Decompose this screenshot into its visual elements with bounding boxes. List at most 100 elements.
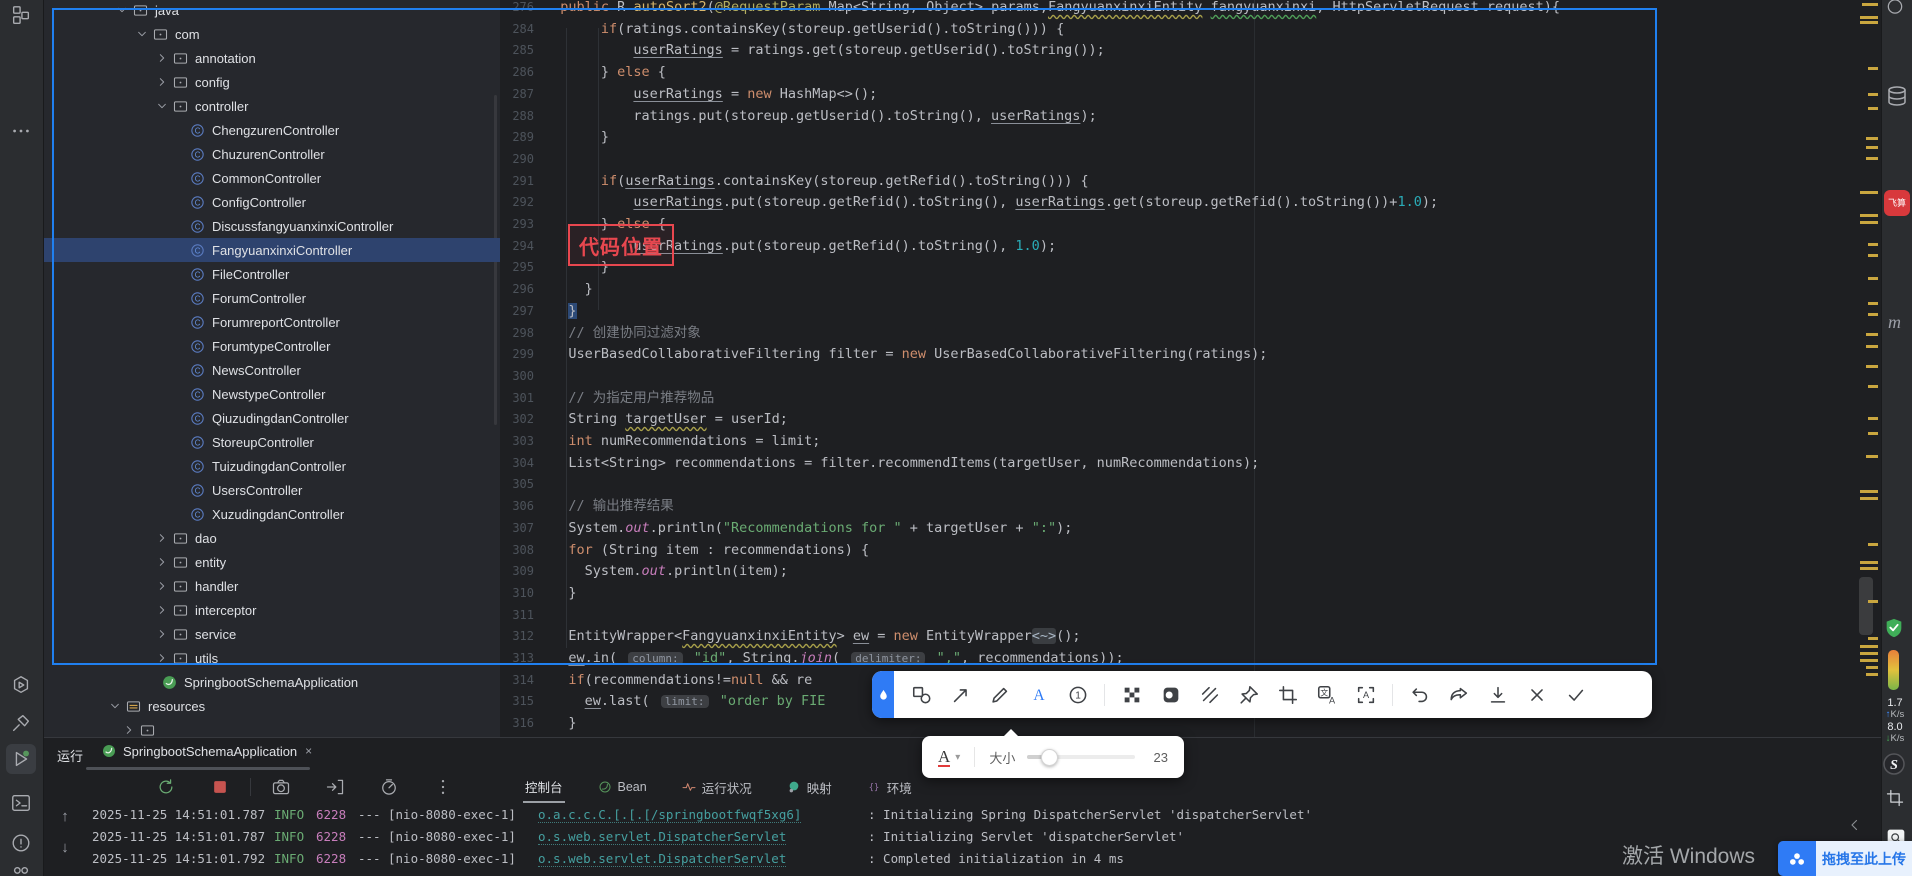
console-log-output[interactable]: 2025-11-25 14:51:01.787INFO6228---[nio-8… [92,804,1872,870]
run-toolwindow-button[interactable] [6,744,36,774]
tree-item-StoreupController[interactable]: CStoreupController [43,430,500,454]
code-line-284[interactable]: if(ratings.containsKey(storeup.getUserid… [544,18,1064,40]
tree-item-CommonController[interactable]: CCommonController [43,166,500,190]
tree-item-FangyuanxinxiController[interactable]: CFangyuanxinxiController [43,238,500,262]
font-size-slider[interactable] [1027,755,1135,759]
log-line[interactable]: 2025-11-25 14:51:01.787INFO6228---[nio-8… [92,826,1872,848]
console-tab-控制台[interactable]: 控制台 [523,772,565,803]
tree-item-ChuzurenController[interactable]: CChuzurenController [43,142,500,166]
code-line-306[interactable]: // 输出推荐结果 [544,495,674,517]
share-tool[interactable] [1442,678,1476,712]
tree-item-controller[interactable]: controller [43,94,500,118]
tree-item-XuzudingdanController[interactable]: CXuzudingdanController [43,502,500,526]
tree-item-SpringbootSchemaApplication[interactable]: SpringbootSchemaApplication [43,670,500,694]
tree-item-service[interactable]: service [43,622,500,646]
code-line-315[interactable]: ew.last( limit: "order by FIE [544,690,825,712]
tree-item-NewsController[interactable]: CNewsController [43,358,500,382]
pen-tool[interactable] [983,678,1017,712]
tree-item-UsersController[interactable]: CUsersController [43,478,500,502]
tree-item-utils[interactable]: utils [43,646,500,670]
tree-item-handler[interactable]: handler [43,574,500,598]
chevron-right-icon[interactable] [153,74,171,90]
tree-item-interceptor[interactable]: interceptor [43,598,500,622]
undo-tool[interactable] [1403,678,1437,712]
chevron-right-icon[interactable] [153,578,171,594]
screen-capture-icon[interactable] [1885,788,1905,808]
chevron-down-icon[interactable] [153,98,171,114]
tree-item-ForumtypeController[interactable]: CForumtypeController [43,334,500,358]
color-indicator[interactable] [872,671,894,718]
log-logger-link[interactable]: o.a.c.c.C.[.[.[/springbootfwqf5xg6] [538,804,868,826]
console-tab-Bean[interactable]: Bean [595,774,649,800]
tree-item-ChengzurenController[interactable]: CChengzurenController [43,118,500,142]
crop-tool[interactable] [1271,678,1305,712]
code-line-286[interactable]: } else { [544,61,666,83]
arrow-tool[interactable] [944,678,978,712]
gauge-icon[interactable] [379,777,399,797]
sogou-input-icon[interactable]: S [1882,752,1906,776]
chevron-right-icon[interactable] [153,554,171,570]
camera-icon[interactable] [271,777,291,797]
code-line-299[interactable]: UserBasedCollaborativeFiltering filter =… [544,343,1267,365]
vcs-icon[interactable] [10,864,32,876]
code-line-287[interactable]: userRatings = new HashMap<>(); [544,83,877,105]
translate-tool[interactable]: 文A [1310,678,1344,712]
more-tools-icon[interactable] [10,120,32,142]
shape-tool[interactable] [905,678,939,712]
tree-item-partial[interactable] [43,718,500,737]
feisuan-plugin-icon[interactable]: 飞算 [1884,190,1910,216]
drag-upload-button[interactable]: 拖拽至此上传 [1778,841,1912,876]
antivirus-shield-icon[interactable] [1883,617,1905,639]
tree-item-resources[interactable]: resources [43,694,500,718]
code-line-316[interactable]: } [544,712,577,734]
maven-icon[interactable]: m [1888,312,1901,333]
close-tool[interactable] [1520,678,1554,712]
run-config-tab[interactable]: SpringbootSchemaApplication × [100,743,312,759]
close-tab-icon[interactable]: × [305,744,312,758]
code-line-307[interactable]: System.out.println("Recommendations for … [544,517,1072,539]
chevron-right-icon[interactable] [153,530,171,546]
console-tab-运行状况[interactable]: 运行状况 [679,773,754,802]
tree-item-ConfigController[interactable]: CConfigController [43,190,500,214]
tree-item-FileController[interactable]: CFileController [43,262,500,286]
chevron-down-icon[interactable] [113,2,131,18]
chevron-right-icon[interactable] [153,602,171,618]
tree-item-QiuzudingdanController[interactable]: CQiuzudingdanController [43,406,500,430]
code-line-292[interactable]: userRatings.put(storeup.getRefid().toStr… [544,191,1438,213]
log-logger-link[interactable]: o.s.web.servlet.DispatcherServlet [538,826,868,848]
chevron-down-icon[interactable] [106,698,124,714]
slider-knob[interactable] [1041,749,1058,766]
rerun-icon[interactable] [156,777,176,797]
code-line-301[interactable]: // 为指定用户推荐物品 [544,387,714,409]
text-tool[interactable]: A [1022,678,1056,712]
chevron-down-icon[interactable]: ▾ [955,752,960,763]
number-tool[interactable]: 1 [1061,678,1095,712]
tree-item-entity[interactable]: entity [43,550,500,574]
tree-item-com[interactable]: com [43,22,500,46]
terminal-icon[interactable] [10,792,32,814]
import-icon[interactable] [325,777,345,797]
tree-item-ForumController[interactable]: CForumController [43,286,500,310]
build-icon[interactable] [10,712,32,734]
code-line-312[interactable]: EntityWrapper<FangyuanxinxiEntity> ew = … [544,625,1081,647]
chevron-right-icon[interactable] [153,650,171,666]
code-line-304[interactable]: List<String> recommendations = filter.re… [544,452,1259,474]
chevron-down-icon[interactable] [133,26,151,42]
code-line-302[interactable]: String targetUser = userId; [544,408,788,430]
code-line-296[interactable]: } [544,278,593,300]
code-line-314[interactable]: if(recommendations!=null && re [544,669,812,691]
tree-item-NewstypeController[interactable]: CNewstypeController [43,382,500,406]
code-line-303[interactable]: int numRecommendations = limit; [544,430,820,452]
blur-tool[interactable] [1154,678,1188,712]
code-line-313[interactable]: ew.in( column: "id", String.join( delimi… [544,647,1124,669]
tree-item-TuizudingdanController[interactable]: CTuizudingdanController [43,454,500,478]
log-logger-link[interactable]: o.s.web.servlet.DispatcherServlet [538,848,868,870]
code-line-297[interactable]: } [544,300,577,322]
problems-icon[interactable] [10,832,32,854]
download-tool[interactable] [1481,678,1515,712]
code-line-310[interactable]: } [544,582,577,604]
code-line-285[interactable]: userRatings = ratings.get(storeup.getUse… [544,39,1105,61]
pin-tool[interactable] [1232,678,1266,712]
editor-scrollbar-thumb[interactable] [1859,577,1873,635]
console-tab-环境[interactable]: {}环境 [864,773,914,802]
